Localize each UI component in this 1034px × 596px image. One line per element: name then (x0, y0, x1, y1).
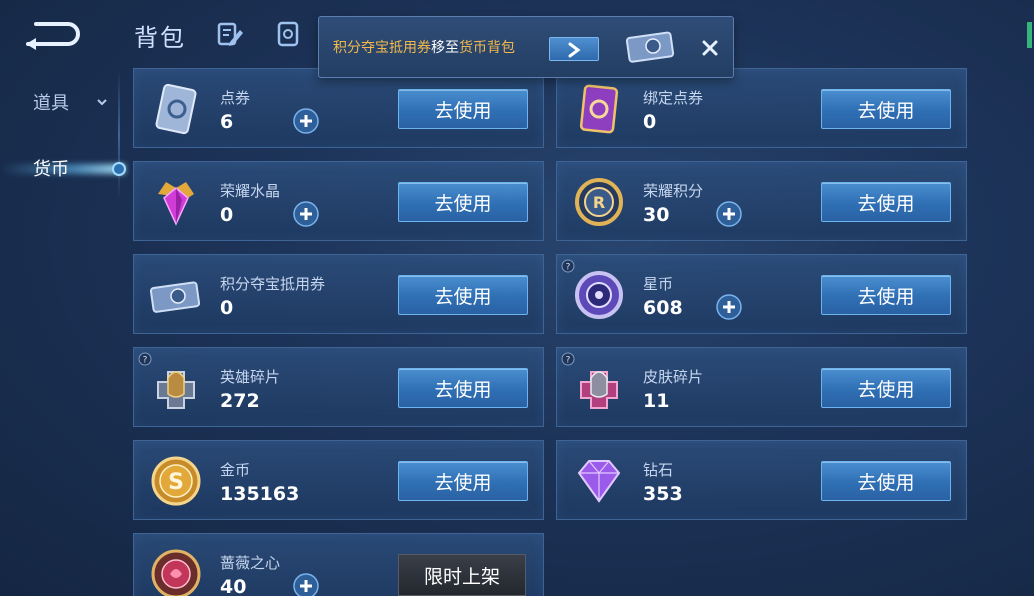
item-count: 0 (220, 204, 234, 226)
currency-card-skin-shard: ? 皮肤碎片 11 去使用 (556, 347, 967, 427)
use-button[interactable]: 去使用 (398, 368, 528, 408)
item-count: 30 (643, 204, 670, 226)
diamond-icon (577, 460, 621, 503)
item-name: 蔷薇之心 (220, 554, 281, 572)
currency-card-star-coin: ? 星币 608 去使用 (556, 254, 967, 334)
lottery-voucher-icon (625, 31, 675, 63)
use-button[interactable]: 去使用 (398, 461, 528, 501)
toast-text: 移至 (431, 40, 459, 56)
star-coin-icon (575, 271, 623, 319)
skin-shard-icon (580, 371, 618, 409)
use-button[interactable]: 去使用 (398, 89, 528, 129)
chevron-down-icon (97, 99, 107, 106)
item-count: 135163 (220, 483, 300, 505)
gold-coin-icon: S (151, 456, 201, 506)
glory-points-icon: R (575, 178, 623, 226)
add-icon[interactable] (292, 200, 320, 228)
item-name: 金币 (220, 461, 251, 479)
add-icon[interactable] (292, 107, 320, 135)
notification-toast: 积分夺宝抵用券移至货币背包 (318, 16, 734, 78)
arrow-right-icon (568, 42, 581, 58)
currency-card-bound-voucher: 绑定点券 0 去使用 (556, 68, 967, 148)
currency-card-glory-crystal: 荣耀水晶 0 去使用 (133, 161, 544, 241)
voucher-icon (155, 83, 197, 135)
use-button[interactable]: 去使用 (398, 275, 528, 315)
item-count: 40 (220, 576, 247, 596)
item-name: 点券 (220, 89, 251, 107)
currency-card-hero-shard: ? 英雄碎片 272 去使用 (133, 347, 544, 427)
svg-text:?: ? (566, 263, 571, 273)
toast-message: 积分夺宝抵用券移至货币背包 (333, 37, 515, 57)
currency-card-rose-heart: 蔷薇之心 40 限时上架 (133, 533, 544, 596)
use-button[interactable]: 去使用 (821, 89, 951, 129)
lottery-voucher-icon (149, 281, 201, 313)
use-button[interactable]: 去使用 (398, 182, 528, 222)
use-button[interactable]: 去使用 (821, 461, 951, 501)
item-count: 6 (220, 111, 234, 133)
item-count: 0 (643, 111, 657, 133)
svg-text:S: S (168, 470, 184, 495)
currency-card-voucher: 点券 6 去使用 (133, 68, 544, 148)
currency-card-gold: S 金币 135163 去使用 (133, 440, 544, 520)
item-name: 皮肤碎片 (643, 368, 704, 386)
rose-heart-icon (151, 549, 201, 596)
svg-text:R: R (593, 193, 605, 212)
item-name: 英雄碎片 (220, 368, 281, 386)
sidebar-item-props[interactable]: 道具 (0, 80, 125, 124)
item-count: 353 (643, 483, 683, 505)
sidebar-item-label: 道具 (33, 93, 69, 114)
use-button[interactable]: 去使用 (821, 182, 951, 222)
item-count: 608 (643, 297, 683, 319)
item-name: 荣耀水晶 (220, 182, 281, 200)
add-icon[interactable] (715, 200, 743, 228)
item-count: 0 (220, 297, 234, 319)
item-name: 积分夺宝抵用券 (220, 275, 326, 293)
toast-item-name: 积分夺宝抵用券 (333, 40, 431, 56)
hero-shard-icon (157, 371, 195, 409)
bound-voucher-icon (579, 84, 619, 134)
close-icon[interactable] (699, 37, 721, 59)
add-icon[interactable] (292, 572, 320, 596)
currency-card-diamond: 钻石 353 去使用 (556, 440, 967, 520)
back-arrow-icon[interactable] (22, 18, 82, 50)
currency-card-glory-points: R 荣耀积分 30 去使用 (556, 161, 967, 241)
limited-time-button[interactable]: 限时上架 (398, 554, 526, 596)
item-name: 绑定点券 (643, 89, 704, 107)
item-name: 星币 (643, 275, 674, 293)
crystal-icon (158, 182, 194, 226)
svg-text:?: ? (143, 356, 148, 366)
edit-note-icon[interactable] (216, 20, 244, 48)
item-count: 11 (643, 390, 670, 412)
toast-destination: 货币背包 (459, 40, 515, 56)
item-count: 272 (220, 390, 260, 412)
sidebar-item-currency[interactable]: 货币 (0, 146, 126, 190)
use-button[interactable]: 去使用 (821, 368, 951, 408)
svg-text:?: ? (566, 356, 571, 366)
signal-icon (1027, 22, 1032, 48)
currency-card-lottery-voucher: 积分夺宝抵用券 0 去使用 (133, 254, 544, 334)
sidebar: 道具 货币 (0, 70, 126, 596)
add-icon[interactable] (715, 293, 743, 321)
item-name: 荣耀积分 (643, 182, 704, 200)
item-name: 钻石 (643, 461, 674, 479)
page-title: 背包 (134, 24, 186, 52)
card-icon[interactable] (274, 20, 302, 48)
go-button[interactable] (549, 37, 599, 61)
sidebar-item-label: 货币 (33, 159, 69, 180)
use-button[interactable]: 去使用 (821, 275, 951, 315)
active-dot (112, 162, 126, 176)
